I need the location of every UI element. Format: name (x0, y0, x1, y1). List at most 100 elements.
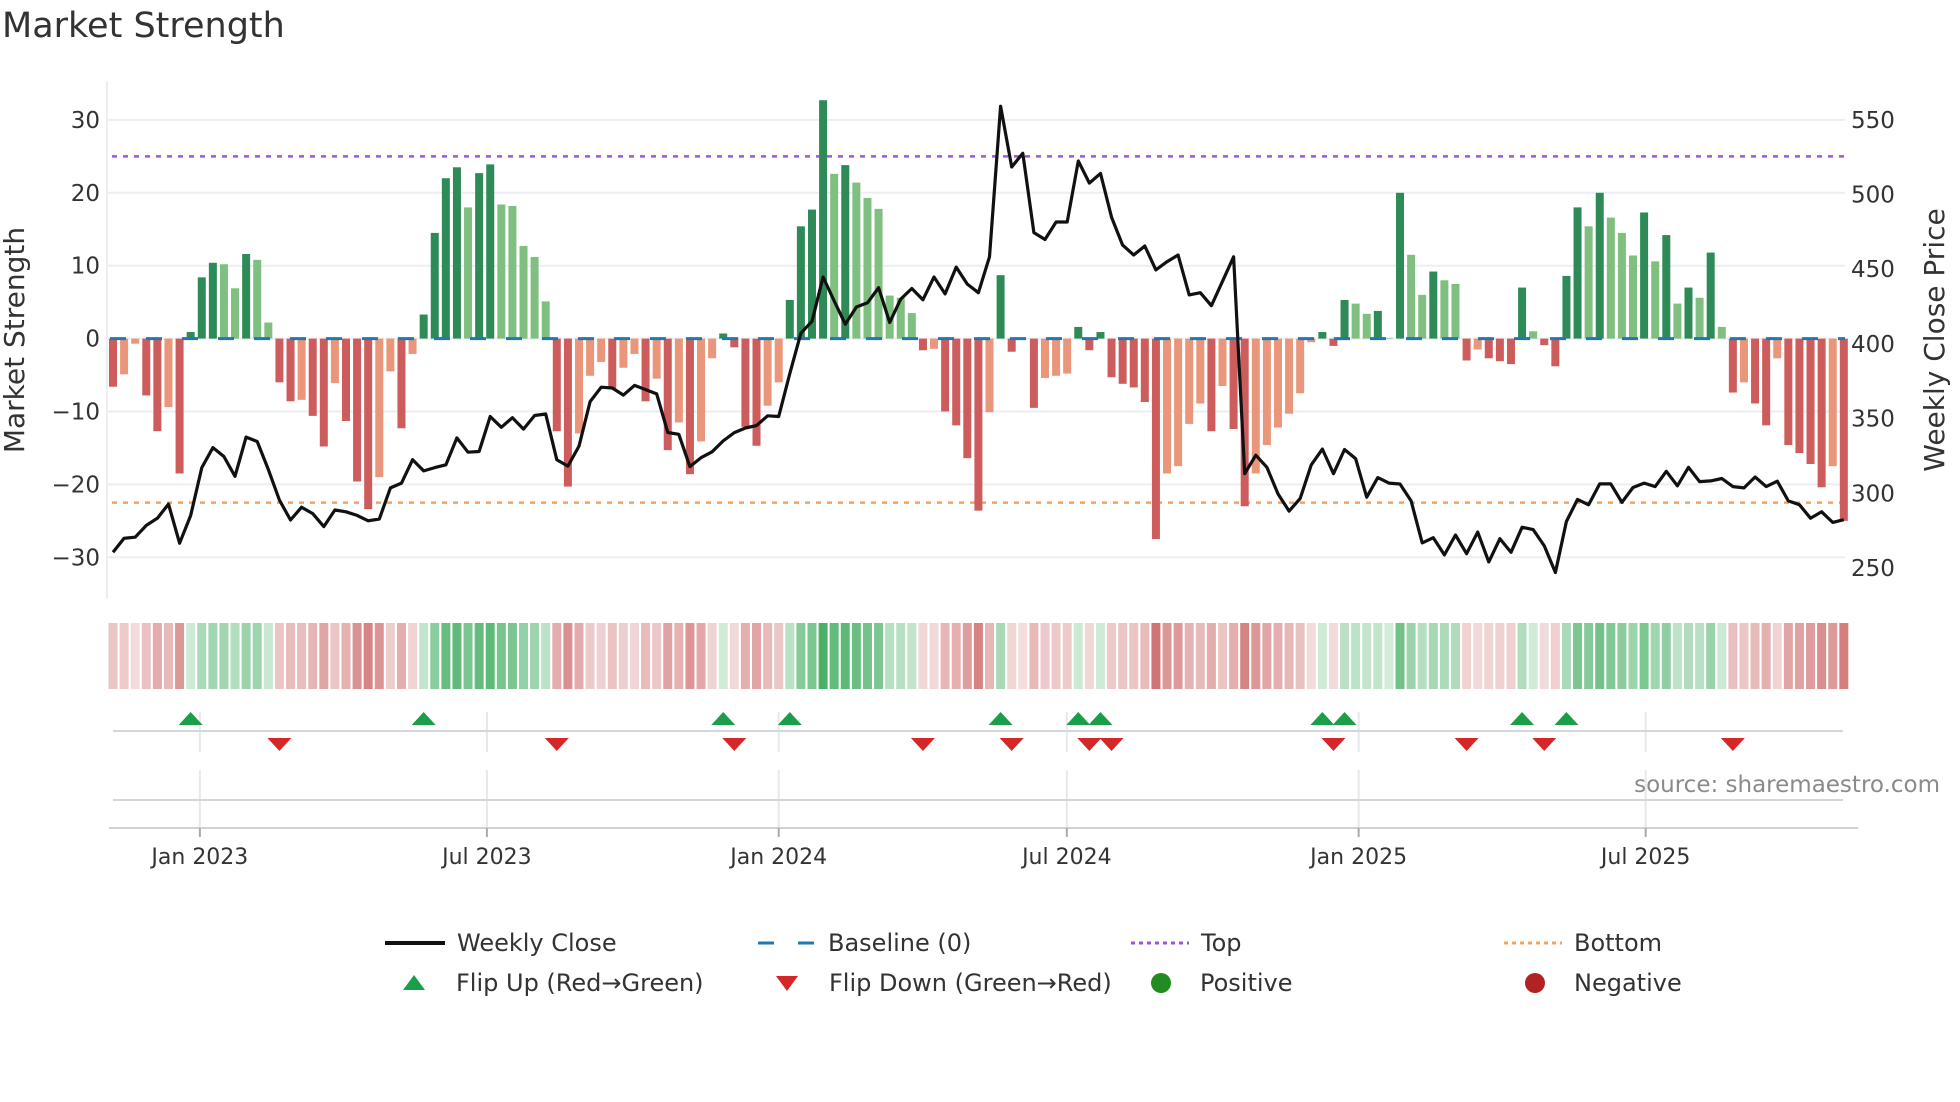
strength-strip-cell (1062, 623, 1072, 689)
strength-strip-cell (1384, 623, 1394, 689)
strength-bar (1296, 338, 1305, 394)
strength-bar (1285, 338, 1294, 414)
strength-strip-cell (1040, 623, 1050, 689)
strength-bar (1684, 287, 1693, 339)
y2-tick-label: 400 (1851, 332, 1895, 358)
strength-bar (796, 226, 805, 339)
strength-strip-cell (541, 623, 551, 689)
strength-strip-cell (1484, 623, 1494, 689)
strength-strip-cell (718, 623, 728, 689)
strength-strip-cell (152, 623, 162, 689)
strength-strip-cell (463, 623, 473, 689)
strength-strip-cell (796, 623, 806, 689)
strength-bar (1629, 255, 1638, 339)
strength-strip-cell (629, 623, 639, 689)
y-tick-label: −20 (51, 472, 100, 498)
strength-strip-cell (1839, 623, 1849, 689)
legend-label: Positive (1200, 969, 1293, 997)
strength-strip-cell (341, 623, 351, 689)
strength-strip-cell (740, 623, 750, 689)
strength-bar (1440, 280, 1449, 339)
legend-top: Top (1131, 928, 1242, 958)
strength-strip-cell (1251, 623, 1261, 689)
strength-bar (1828, 338, 1837, 467)
strength-bar (430, 232, 439, 339)
strength-strip-cell (175, 623, 185, 689)
strength-bar (519, 246, 528, 339)
strength-bar (952, 338, 961, 426)
strength-bar (1518, 287, 1527, 339)
strength-strip-cell (1639, 623, 1649, 689)
triangle-up-icon (403, 975, 425, 990)
strength-strip-cell (286, 623, 296, 689)
strength-strip-cell (1439, 623, 1449, 689)
flip-up-marker (777, 712, 802, 725)
circle-red-icon (1525, 973, 1545, 993)
strength-strip-cell (1362, 623, 1372, 689)
flip-down-marker (544, 738, 569, 751)
x-tick-label: Jan 2024 (728, 845, 827, 870)
strength-bar (985, 338, 994, 413)
strength-strip-cell (274, 623, 284, 689)
strength-strip-cell (1695, 623, 1705, 689)
strength-strip-cell (1162, 623, 1172, 689)
strength-bar (996, 275, 1005, 339)
strength-strip-cell (441, 623, 451, 689)
strength-bar (153, 338, 162, 432)
flip-up-marker (1088, 712, 1113, 725)
strength-strip-cell (1373, 623, 1383, 689)
strength-bar (830, 173, 839, 339)
strength-strip-cell (252, 623, 262, 689)
strength-bar (1174, 338, 1183, 467)
strength-strip-cell (530, 623, 540, 689)
strength-bar (1673, 303, 1682, 339)
strength-strip-cell (1151, 623, 1161, 689)
strength-strip-cell (1107, 623, 1117, 689)
legend-label: Weekly Close (457, 929, 617, 957)
strength-bar (1185, 338, 1194, 424)
strength-strip-cell (519, 623, 529, 689)
strength-strip-cell (596, 623, 606, 689)
flip-up-marker (988, 712, 1013, 725)
strength-strip-cell (785, 623, 795, 689)
strength-strip-cell (1462, 623, 1472, 689)
strength-bar (1318, 332, 1327, 339)
strength-strip-cell (874, 623, 884, 689)
strength-strip-cell (452, 623, 462, 689)
strength-strip-cell (807, 623, 817, 689)
market-strength-chart: −30 −20 −10 0 10 20 30 250 300 350 400 450 500 550 Mar… (0, 81, 1951, 870)
strength-strip-cell (319, 623, 329, 689)
strength-bar (1806, 338, 1815, 464)
strength-strip-cell (197, 623, 207, 689)
strength-strip-cell (1450, 623, 1460, 689)
legend-label: Flip Down (Green→Red) (829, 969, 1112, 997)
strength-bar (674, 338, 683, 423)
triangle-down-icon (776, 976, 798, 991)
strength-strip-cell (419, 623, 429, 689)
dashed-line-swatch-icon (758, 941, 816, 945)
strength-strip-cell (230, 623, 240, 689)
strength-bar (1540, 338, 1549, 346)
strength-bar (1340, 299, 1349, 339)
strength-bar (841, 165, 850, 339)
strength-strip-cell (618, 623, 628, 689)
strength-strip-cell (385, 623, 395, 689)
strength-bar (541, 301, 550, 339)
strength-bar (464, 207, 473, 339)
strength-strip-cell (363, 623, 373, 689)
strength-strip-cell (208, 623, 218, 689)
strength-bar (785, 299, 794, 339)
strength-strip-cell (962, 623, 972, 689)
legend-flip-up: Flip Up (Red→Green) (402, 968, 704, 998)
strength-bar (1007, 338, 1016, 352)
flip-up-marker (1332, 712, 1357, 725)
strength-bar (1196, 338, 1205, 404)
strength-bar (1640, 212, 1649, 339)
strength-bar (907, 313, 916, 339)
strength-strip-cell (607, 623, 617, 689)
strength-strip-cell (1229, 623, 1239, 689)
strength-bar (375, 338, 384, 478)
strength-bar (419, 314, 428, 339)
y2-axis-title: Weekly Close Price (1918, 208, 1951, 471)
source-credit: source: sharemaestro.com (1634, 772, 1940, 798)
